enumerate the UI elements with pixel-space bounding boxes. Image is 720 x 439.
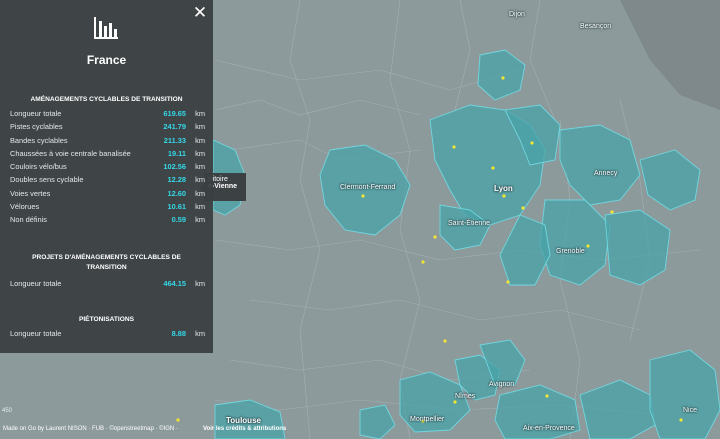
stat-row: Voies vertes 12.60 km [10, 189, 205, 202]
tooltip-line-1: rritoire [208, 176, 228, 183]
stat-value: 619.65 [163, 109, 186, 118]
stat-label: Non définis [10, 215, 47, 224]
stat-label: Vélorues [10, 202, 40, 211]
stat-label: Chaussées à voie centrale banalisée [10, 149, 131, 158]
city-label-grenoble: Grenoble [556, 248, 585, 255]
section-title-projets-line2: TRANSITION [86, 264, 127, 271]
city-label-nimes: Nîmes [455, 393, 476, 400]
stat-row: Doubles sens cyclable 12.28 km [10, 175, 205, 188]
stat-value: 0.59 [171, 215, 186, 224]
stat-unit: km [195, 215, 205, 224]
stat-unit: km [195, 279, 205, 288]
section-title-pietonisations: PIÉTONISATIONS [78, 316, 135, 323]
city-label-dijon: Dijon [509, 11, 525, 18]
stat-row: Bandes cyclables 211.33 km [10, 136, 205, 149]
city-label-saint-etienne: Saint-Étienne [448, 220, 491, 227]
stat-value: 8.88 [171, 329, 186, 338]
stat-row: Vélorues 10.61 km [10, 202, 205, 215]
stat-label: Doubles sens cyclable [10, 175, 84, 184]
city-label-besancon: Besançon [580, 23, 612, 30]
stat-value: 12.28 [167, 175, 187, 184]
stat-row: Longueur totale 8.88 km [10, 329, 205, 342]
stat-value: 241.79 [163, 122, 186, 131]
city-label-nice: Nice [683, 407, 698, 414]
stat-unit: km [195, 162, 205, 171]
stat-row: Longueur totale 464.15 km [10, 279, 205, 292]
bar-chart-icon [94, 17, 118, 39]
stat-label: Bandes cyclables [10, 136, 68, 145]
stat-value: 10.61 [167, 202, 187, 211]
stat-unit: km [195, 329, 205, 338]
stat-value: 102.56 [163, 162, 186, 171]
stat-row: Chaussées à voie centrale banalisée 19.1… [10, 149, 205, 162]
attribution-text: Made on Go by Laurent NISON · FUB · ©ope… [3, 426, 178, 432]
stat-label: Longueur totale [10, 329, 62, 338]
section-title-projets: PROJETS D'AMÉNAGEMENTS CYCLABLES DE [32, 254, 181, 261]
stat-unit: km [195, 149, 205, 158]
city-label-annecy: Annecy [594, 170, 618, 177]
stat-unit: km [195, 202, 205, 211]
city-label-avignon: Avignon [489, 381, 515, 388]
scale-readout: 450 [2, 408, 13, 414]
stat-row: Longueur totale 619.65 km [10, 109, 205, 122]
stat-value: 12.60 [167, 189, 187, 198]
stat-value: 19.11 [167, 149, 186, 158]
stat-unit: km [195, 189, 205, 198]
country-title: France [86, 53, 127, 67]
stat-value: 464.15 [163, 279, 186, 288]
stat-value: 211.33 [163, 136, 186, 145]
section-title-amenagements: AMÉNAGEMENTS CYCLABLES DE TRANSITION [30, 96, 183, 103]
city-label-lyon: Lyon [494, 184, 513, 193]
close-icon[interactable]: ✕ [192, 4, 208, 21]
credits-link[interactable]: Voir les crédits & attributions [203, 426, 286, 432]
stat-row: Pistes cyclables 241.79 km [10, 122, 205, 135]
stat-label: Longueur totale [10, 279, 62, 288]
map-attribution: Made on Go by Laurent NISON · FUB · ©ope… [0, 420, 720, 439]
stat-unit: km [195, 109, 205, 118]
city-label-clermont-ferrand: Clermont-Ferrand [340, 184, 396, 191]
info-panel: ✕ France AMÉNAGEMENTS CYCLABLES DE TRANS… [0, 0, 213, 353]
stat-label: Couloirs vélo/bus [10, 162, 67, 171]
stat-row: Couloirs vélo/bus 102.56 km [10, 162, 205, 175]
stat-label: Voies vertes [10, 189, 51, 198]
stat-unit: km [195, 136, 205, 145]
stat-unit: km [195, 175, 205, 184]
stat-label: Longueur totale [10, 109, 62, 118]
stat-unit: km [195, 122, 205, 131]
stat-label: Pistes cyclables [10, 122, 63, 131]
tooltip-line-2: e-Vienne [208, 183, 238, 190]
stat-row: Non définis 0.59 km [10, 215, 205, 228]
